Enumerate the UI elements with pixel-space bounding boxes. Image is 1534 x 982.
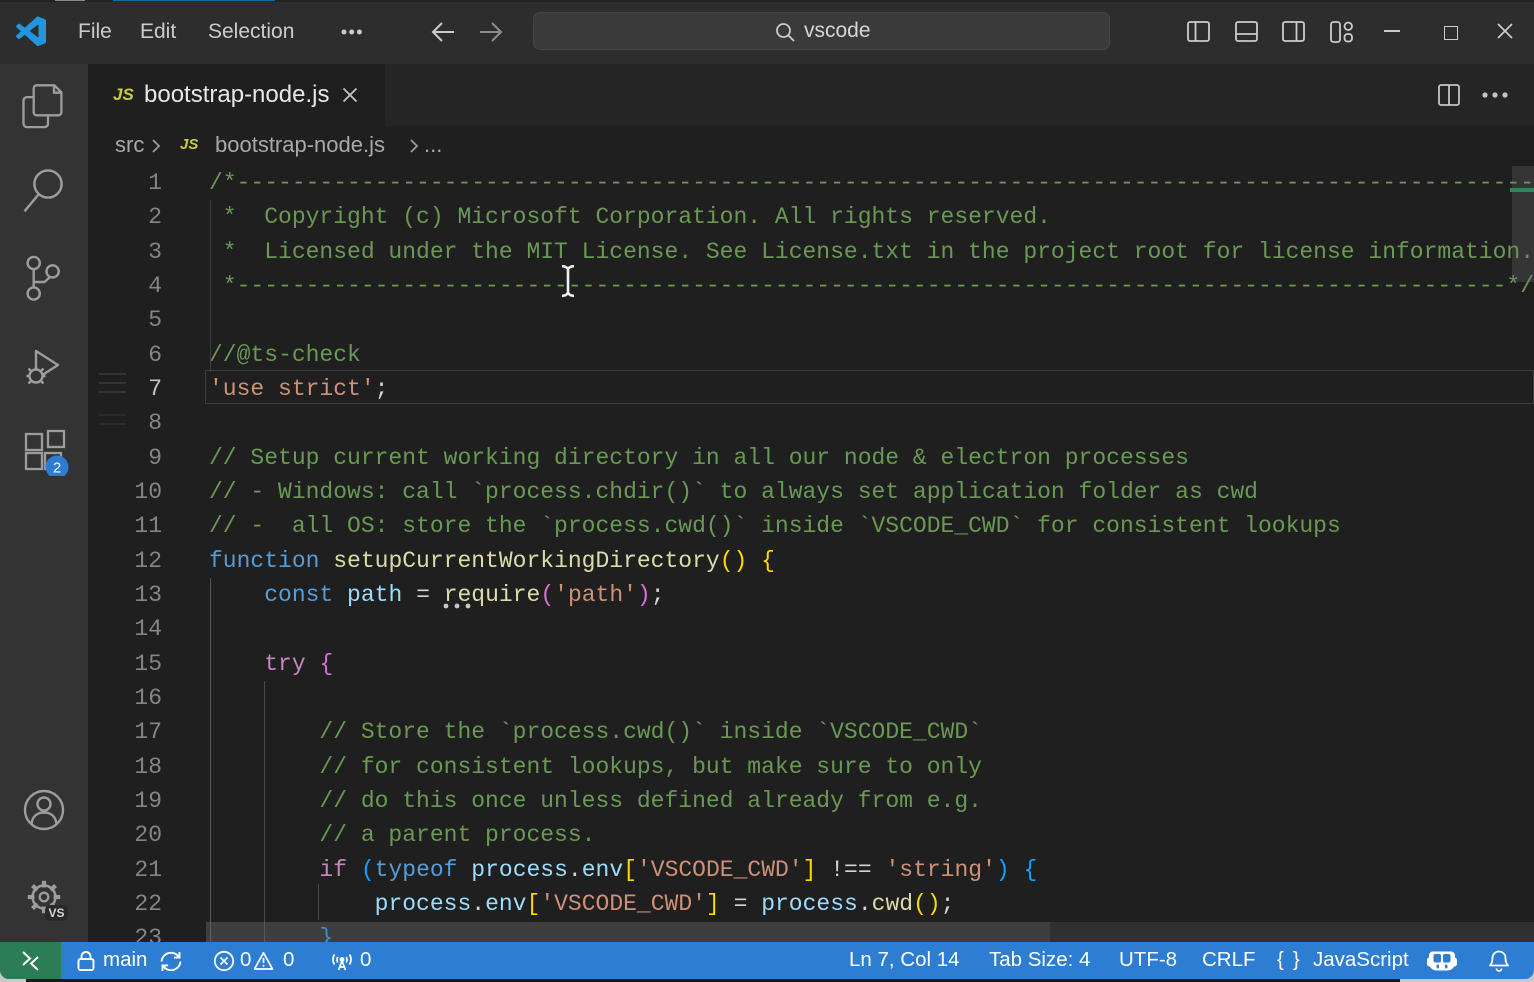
svg-text:2: 2: [53, 460, 61, 477]
